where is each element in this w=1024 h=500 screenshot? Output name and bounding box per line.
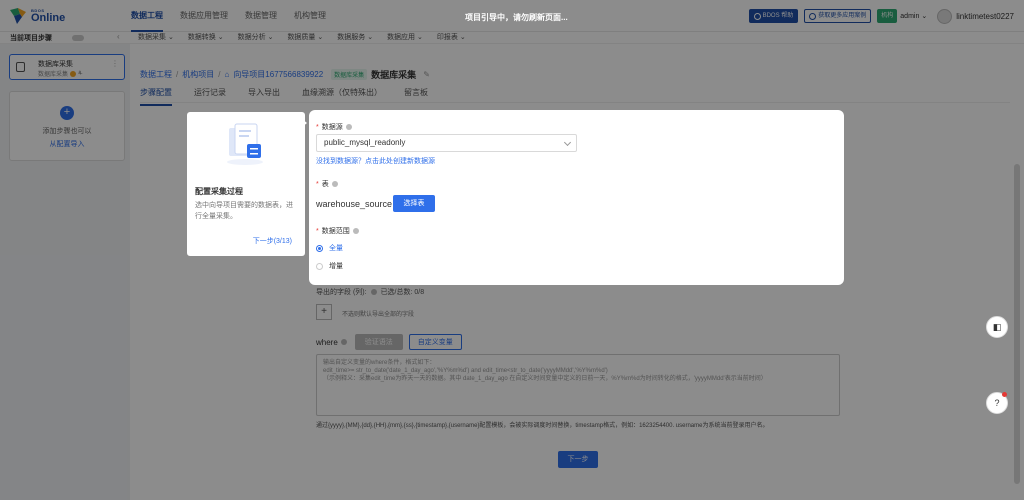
radio-incremental-indicator[interactable] [316, 262, 323, 270]
layout-button[interactable]: ◧ [986, 316, 1008, 338]
guide-description: 选中向导项目需要的数据表，进行全量采集。 [195, 202, 293, 220]
radio-full[interactable]: 全量 [316, 243, 343, 253]
datasource-form-panel: * 数据源 public_mysql_readonly 没找到数据源？点击此处创建… [309, 110, 844, 285]
datasource-value: public_mysql_readonly [324, 138, 406, 147]
table-value: warehouse_source [316, 199, 393, 209]
radio-full-label: 全量 [329, 245, 343, 252]
datasource-label: * 数据源 [316, 122, 352, 132]
guide-illustration-icon [225, 122, 265, 166]
help-icon [352, 228, 359, 234]
radio-full-indicator[interactable] [316, 244, 323, 252]
notification-dot [1002, 392, 1007, 397]
create-datasource-link[interactable]: 没找到数据源？点击此处创建新数据源 [316, 156, 435, 166]
guide-next-button[interactable]: 下一步(3/13) [253, 236, 292, 246]
radio-incremental-label: 增量 [329, 263, 343, 270]
table-label: * 表 [316, 179, 338, 189]
help-icon [331, 181, 338, 187]
guide-pointer [301, 118, 307, 128]
help-float-button[interactable]: ? [986, 392, 1008, 414]
select-table-button[interactable]: 选择表 [393, 195, 435, 212]
range-label: * 数据范围 [316, 226, 359, 236]
layout-icon: ◧ [992, 322, 1002, 332]
question-icon: ? [994, 398, 1000, 408]
datasource-select[interactable]: public_mysql_readonly [316, 134, 577, 152]
help-icon [345, 124, 352, 130]
chevron-down-icon [563, 138, 572, 147]
guide-popover: 配置采集过程 选中向导项目需要的数据表，进行全量采集。 下一步(3/13) [187, 112, 305, 256]
guide-title: 配置采集过程 [195, 187, 243, 196]
radio-incremental[interactable]: 增量 [316, 261, 343, 271]
guide-banner: 项目引导中，请勿刷新页面... [465, 13, 568, 22]
